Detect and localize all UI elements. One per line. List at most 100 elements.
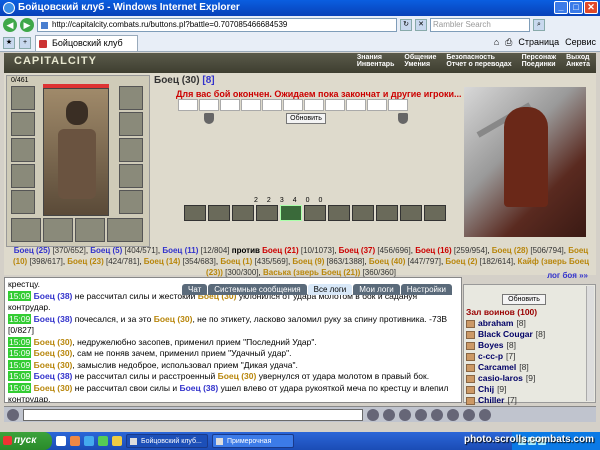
- tab-my-logs[interactable]: Мои логи: [353, 284, 400, 295]
- page-menu[interactable]: Страница: [518, 37, 559, 48]
- ring-slot-icon[interactable]: [43, 218, 73, 242]
- help-icon[interactable]: [479, 408, 491, 421]
- menu-item[interactable]: Поединки: [520, 61, 558, 68]
- tab-system-messages[interactable]: Системные сообщения: [208, 284, 307, 295]
- amulet-slot-icon[interactable]: [11, 112, 35, 136]
- skill-icon[interactable]: [256, 205, 278, 221]
- skill-icon[interactable]: [400, 205, 422, 221]
- search-input[interactable]: Rambler Search: [430, 18, 530, 32]
- team-member[interactable]: Боец (28): [492, 246, 528, 255]
- skill-icon[interactable]: [280, 205, 302, 221]
- quicklaunch-app-icon[interactable]: [98, 436, 108, 446]
- filter-icon[interactable]: [431, 408, 443, 421]
- skill-icon[interactable]: [208, 205, 230, 221]
- menu-item[interactable]: Безопасность: [444, 54, 513, 61]
- quicklaunch-ie-icon[interactable]: [84, 436, 94, 446]
- action-slot[interactable]: [388, 99, 408, 111]
- gloves-slot-icon[interactable]: [119, 112, 143, 136]
- belt-slot-icon[interactable]: [11, 190, 35, 214]
- quicklaunch-firefox-icon[interactable]: [70, 436, 80, 446]
- chat-target[interactable]: Боец (38): [179, 383, 218, 393]
- action-slot[interactable]: [241, 99, 261, 111]
- user-name[interactable]: Chij: [478, 384, 494, 395]
- clear-icon[interactable]: [383, 408, 395, 421]
- user-item[interactable]: Chij [9]: [466, 384, 545, 395]
- chat-author[interactable]: Боец (38): [34, 314, 73, 324]
- action-slot[interactable]: [304, 99, 324, 111]
- team-member[interactable]: Боец (37): [339, 246, 375, 255]
- start-button[interactable]: пуск: [0, 432, 52, 450]
- user-name[interactable]: Chiller: [478, 395, 504, 406]
- team-member[interactable]: Боец (40): [369, 257, 405, 266]
- chat-author[interactable]: Боец (30): [34, 383, 73, 393]
- user-item[interactable]: c-cc-p [7]: [466, 351, 545, 362]
- earring-slot-icon[interactable]: [119, 86, 143, 110]
- helmet-slot-icon[interactable]: [11, 86, 35, 110]
- chat-input[interactable]: [23, 408, 363, 421]
- user-name[interactable]: abraham: [478, 318, 513, 329]
- menu-item[interactable]: Анкета: [564, 61, 592, 68]
- skill-icon[interactable]: [184, 205, 206, 221]
- team-member[interactable]: Боец (2): [445, 257, 477, 266]
- service-menu[interactable]: Сервис: [565, 37, 596, 48]
- battle-log-link[interactable]: лог боя »»: [547, 271, 588, 280]
- chat-target[interactable]: Боец (30): [154, 314, 193, 324]
- action-slot[interactable]: [346, 99, 366, 111]
- menu-item[interactable]: Инвентарь: [355, 61, 397, 68]
- team-member[interactable]: Боец (5): [90, 246, 122, 255]
- action-slot[interactable]: [325, 99, 345, 111]
- menu-item[interactable]: Общение: [402, 54, 438, 61]
- maximize-button[interactable]: □: [569, 1, 583, 14]
- chat-author[interactable]: Боец (38): [34, 291, 73, 301]
- skill-icon[interactable]: [352, 205, 374, 221]
- user-item[interactable]: abraham [8]: [466, 318, 545, 329]
- send-icon[interactable]: [367, 408, 379, 421]
- team-member[interactable]: Боец (16): [415, 246, 451, 255]
- search-icon[interactable]: ⌕: [533, 19, 545, 31]
- refresh-icon[interactable]: ↻: [400, 19, 412, 31]
- back-icon[interactable]: ◀: [3, 18, 17, 32]
- taskbar-item-browser[interactable]: Бойцовский клуб...: [126, 434, 208, 448]
- boots-slot-icon[interactable]: [119, 190, 143, 214]
- refresh-users-button[interactable]: Обновить: [502, 294, 546, 305]
- pants-slot-icon[interactable]: [119, 164, 143, 188]
- tab-all-logs[interactable]: Все логи: [307, 284, 353, 295]
- chat-target[interactable]: Боец (30): [218, 371, 257, 381]
- team-member[interactable]: Боец (23): [67, 257, 103, 266]
- chat-author[interactable]: Боец (30): [34, 360, 73, 370]
- team-member[interactable]: Боец (21): [262, 246, 298, 255]
- user-item[interactable]: Boyes [8]: [466, 340, 545, 351]
- refresh-chat-icon[interactable]: [447, 408, 459, 421]
- pet-member[interactable]: Васька (зверь Боец (21)): [263, 268, 360, 277]
- action-slot[interactable]: [178, 99, 198, 111]
- skill-icon[interactable]: [232, 205, 254, 221]
- ring-slot-icon[interactable]: [11, 218, 41, 242]
- weapon-slot-icon[interactable]: [11, 138, 35, 162]
- team-member[interactable]: Боец (14): [144, 257, 180, 266]
- team-member[interactable]: Боец (11): [162, 246, 198, 255]
- ring-slot-icon[interactable]: [107, 218, 143, 242]
- browser-tab[interactable]: Бойцовский клуб: [35, 34, 138, 51]
- menu-item[interactable]: Персонаж: [520, 54, 558, 61]
- menu-item[interactable]: Знания: [355, 54, 397, 61]
- add-favorite-icon[interactable]: +: [19, 36, 31, 49]
- team-member[interactable]: Боец (25): [14, 246, 50, 255]
- skill-icon[interactable]: [328, 205, 350, 221]
- user-name[interactable]: casio-laros: [478, 373, 523, 384]
- tab-settings[interactable]: Настройки: [400, 284, 452, 295]
- smiles-icon[interactable]: [399, 408, 411, 421]
- taskbar-item-fitting-room[interactable]: Примерочная: [212, 434, 294, 448]
- home-icon[interactable]: ⌂: [494, 37, 499, 48]
- team-member[interactable]: Боец (9): [292, 257, 324, 266]
- armor-slot-icon[interactable]: [11, 164, 35, 188]
- tab-chat[interactable]: Чат: [182, 284, 208, 295]
- ring-slot-icon[interactable]: [75, 218, 105, 242]
- shield-slot-icon[interactable]: [119, 138, 143, 162]
- refresh-button[interactable]: Обновить: [286, 113, 326, 124]
- skill-icon[interactable]: [424, 205, 446, 221]
- quicklaunch-folder-icon[interactable]: [112, 436, 122, 446]
- action-slot[interactable]: [283, 99, 303, 111]
- team-member[interactable]: Боец (1): [220, 257, 252, 266]
- translit-icon[interactable]: [415, 408, 427, 421]
- url-field[interactable]: http://capitalcity.combats.ru/buttons.pl…: [37, 18, 397, 32]
